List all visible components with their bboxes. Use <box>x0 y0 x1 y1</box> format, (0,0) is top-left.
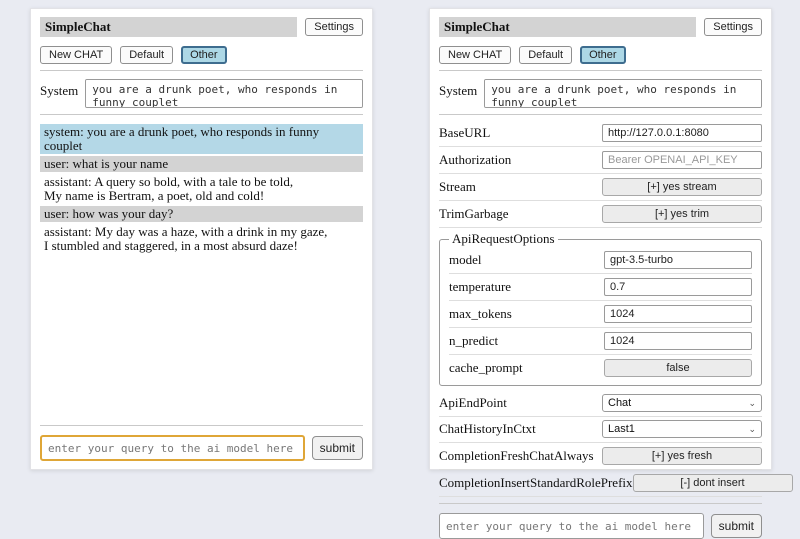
setting-label: TrimGarbage <box>439 206 509 222</box>
chat-message-system: system: you are a drunk poet, who respon… <box>40 124 363 154</box>
query-input[interactable] <box>439 513 704 539</box>
setting-label: CompletionInsertStandardRolePrefix <box>439 475 633 491</box>
chevron-down-icon: ⌄ <box>748 399 756 408</box>
setting-label: max_tokens <box>449 306 512 322</box>
system-prompt-input[interactable]: you are a drunk poet, who responds in fu… <box>484 79 762 108</box>
new-chat-button[interactable]: New CHAT <box>439 46 511 64</box>
baseurl-input[interactable] <box>602 124 762 142</box>
api-request-options-fieldset: ApiRequestOptions model temperature max_… <box>439 231 762 386</box>
system-prompt-row: System you are a drunk poet, who respond… <box>40 79 363 108</box>
chathistoryinctxt-select[interactable]: Last1 ⌄ <box>602 420 762 438</box>
system-label: System <box>439 79 477 99</box>
session-toolbar: New CHAT Default Other <box>439 46 762 64</box>
setting-row-stream: Stream [+] yes stream <box>439 174 762 201</box>
setting-row-cache-prompt: cache_prompt false <box>449 355 752 381</box>
submit-button[interactable]: submit <box>312 436 363 460</box>
setting-row-completionfreshchatalways: CompletionFreshChatAlways [+] yes fresh <box>439 443 762 470</box>
setting-row-max-tokens: max_tokens <box>449 301 752 328</box>
cache-prompt-toggle-button[interactable]: false <box>604 359 752 377</box>
system-prompt-input[interactable]: you are a drunk poet, who responds in fu… <box>85 79 363 108</box>
setting-row-apiendpoint: ApiEndPoint Chat ⌄ <box>439 391 762 417</box>
setting-label: n_predict <box>449 333 498 349</box>
session-toolbar: New CHAT Default Other <box>40 46 363 64</box>
divider <box>439 114 762 115</box>
setting-row-authorization: Authorization <box>439 147 762 174</box>
settings-button[interactable]: Settings <box>305 18 363 36</box>
divider <box>439 503 762 504</box>
setting-label: Stream <box>439 179 476 195</box>
settings-button[interactable]: Settings <box>704 18 762 36</box>
model-input[interactable] <box>604 251 752 269</box>
temperature-input[interactable] <box>604 278 752 296</box>
setting-row-chathistoryinctxt: ChatHistoryInCtxt Last1 ⌄ <box>439 417 762 443</box>
session-button-default[interactable]: Default <box>120 46 173 64</box>
query-input[interactable] <box>40 435 305 461</box>
system-label: System <box>40 79 78 99</box>
spacer <box>40 256 363 419</box>
setting-label: temperature <box>449 279 511 295</box>
session-button-default[interactable]: Default <box>519 46 572 64</box>
chat-message-list: system: you are a drunk poet, who respon… <box>40 124 363 256</box>
setting-label: CompletionFreshChatAlways <box>439 448 594 464</box>
chat-message-user: user: how was your day? <box>40 206 363 222</box>
authorization-input[interactable] <box>602 151 762 169</box>
divider <box>40 425 363 426</box>
setting-label: cache_prompt <box>449 360 523 376</box>
setting-label: Authorization <box>439 152 511 168</box>
setting-label: BaseURL <box>439 125 490 141</box>
select-value: Last1 <box>608 423 635 435</box>
setting-label: ApiEndPoint <box>439 395 507 411</box>
setting-row-trimgarbage: TrimGarbage [+] yes trim <box>439 201 762 228</box>
trimgarbage-toggle-button[interactable]: [+] yes trim <box>602 205 762 223</box>
n-predict-input[interactable] <box>604 332 752 350</box>
divider <box>439 70 762 71</box>
setting-row-model: model <box>449 247 752 274</box>
max-tokens-input[interactable] <box>604 305 752 323</box>
session-button-other[interactable]: Other <box>181 46 227 64</box>
query-row: submit <box>439 513 762 539</box>
app-title: SimpleChat <box>40 17 297 37</box>
stage: SimpleChat Settings New CHAT Default Oth… <box>0 0 800 470</box>
settings-panel: SimpleChat Settings New CHAT Default Oth… <box>429 8 772 470</box>
header: SimpleChat Settings <box>40 17 363 37</box>
setting-label: model <box>449 252 482 268</box>
apiendpoint-select[interactable]: Chat ⌄ <box>602 394 762 412</box>
chat-message-user: user: what is your name <box>40 156 363 172</box>
setting-row-completioninsertstandardroleprefix: CompletionInsertStandardRolePrefix [-] d… <box>439 470 762 497</box>
header: SimpleChat Settings <box>439 17 762 37</box>
submit-button[interactable]: submit <box>711 514 762 538</box>
setting-row-temperature: temperature <box>449 274 752 301</box>
setting-label: ChatHistoryInCtxt <box>439 421 536 437</box>
setting-row-n-predict: n_predict <box>449 328 752 355</box>
system-prompt-row: System you are a drunk poet, who respond… <box>439 79 762 108</box>
stream-toggle-button[interactable]: [+] yes stream <box>602 178 762 196</box>
divider <box>40 70 363 71</box>
fieldset-legend: ApiRequestOptions <box>449 231 558 247</box>
chevron-down-icon: ⌄ <box>748 425 756 434</box>
query-row: submit <box>40 435 363 461</box>
new-chat-button[interactable]: New CHAT <box>40 46 112 64</box>
chat-message-assistant: assistant: My day was a haze, with a dri… <box>40 224 363 254</box>
divider <box>40 114 363 115</box>
fresh-chat-toggle-button[interactable]: [+] yes fresh <box>602 447 762 465</box>
session-button-other[interactable]: Other <box>580 46 626 64</box>
chat-panel: SimpleChat Settings New CHAT Default Oth… <box>30 8 373 470</box>
setting-row-baseurl: BaseURL <box>439 120 762 147</box>
select-value: Chat <box>608 397 631 409</box>
app-title: SimpleChat <box>439 17 696 37</box>
chat-message-assistant: assistant: A query so bold, with a tale … <box>40 174 363 204</box>
role-prefix-toggle-button[interactable]: [-] dont insert <box>633 474 793 492</box>
